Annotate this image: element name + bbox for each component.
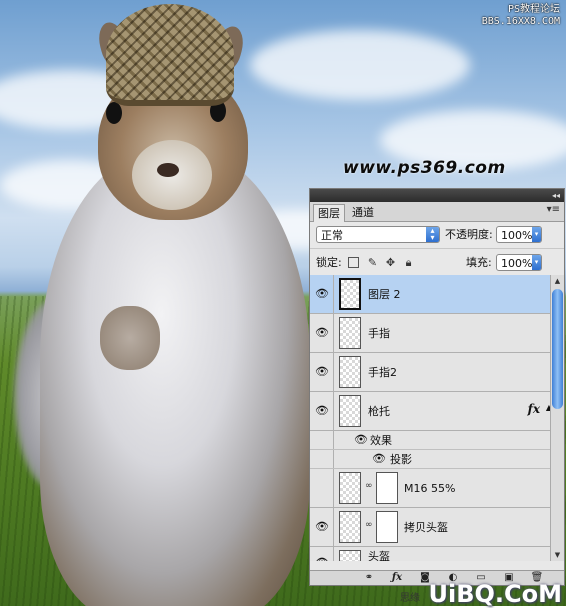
panel-tabs: 图层 通道 ▾≡ [310,202,564,222]
layer-name: 图层 2 [368,288,401,301]
layer-name: 手指 [368,327,390,340]
squirrel-paw [100,306,160,370]
layer-name: 手指2 [368,366,397,379]
scroll-down-icon[interactable]: ▼ [551,549,564,561]
eye-icon[interactable]: 👁︎ [315,327,329,339]
fill-value: 100% [501,257,533,270]
lock-all-icon[interactable]: 🔒︎ [402,256,415,269]
layer-thumbnail [339,317,361,349]
layer-thumbnail [339,511,361,543]
fill-label: 填充: [466,256,492,269]
eye-icon[interactable]: 👁︎ [315,521,329,533]
layer-row[interactable]: ∞ M16 55% [310,469,550,508]
eye-icon[interactable]: 👁︎ [315,366,329,378]
lock-pixels-icon[interactable]: ✎ [366,256,379,269]
lock-label: 锁定: [316,256,342,269]
squirrel-eye-left [106,102,122,124]
layers-scrollbar[interactable]: ▲ ▼ [550,275,564,561]
layer-row[interactable]: 👁︎ 图层 2 [310,275,550,314]
tab-channels[interactable]: 通道 [348,204,378,221]
eye-icon[interactable]: 👁︎ [354,434,368,446]
lock-transparent-icon[interactable] [348,257,359,268]
layer-row[interactable]: 👁︎ 手指 [310,314,550,353]
watermark-bottom-small: 思缘 [400,593,420,604]
eye-icon[interactable]: 👁︎ [315,405,329,417]
squirrel-nose [157,163,179,177]
layer-thumbnail [339,356,361,388]
tab-layers[interactable]: 图层 [313,204,345,222]
visibility-toggle[interactable] [310,469,334,507]
link-icon: ∞ [365,520,373,530]
eye-icon[interactable]: 👁︎ [372,453,386,465]
opacity-field[interactable]: 100% ▾ [496,226,542,243]
layer-thumbnail [339,550,361,561]
fx-icon[interactable]: fx [528,402,540,416]
watermark-bottom: UiBQ.CoM [428,580,562,608]
layer-thumbnail [339,395,361,427]
link-layers-icon[interactable]: ⚭ [362,572,376,584]
opacity-value: 100% [501,229,533,242]
layer-row[interactable]: 👁︎ 手指2 [310,353,550,392]
panel-titlebar[interactable]: ◂◂ [310,189,564,202]
eye-icon[interactable]: 👁︎ [315,557,329,562]
effect-row[interactable]: 👁︎ 效果 [310,431,550,450]
link-icon: ∞ [365,481,373,491]
layer-name: M16 55% [404,482,456,495]
scroll-up-icon[interactable]: ▲ [551,275,564,287]
blend-mode-select[interactable]: 正常 ▴ ▾ [316,226,440,243]
watermark-top: PS教程论坛 BBS.16XX8.COM [481,4,560,27]
layer-thumbnail [339,278,361,310]
layer-list: 👁︎ 图层 2 👁︎ 手指 👁︎ 手指2 👁︎ 枪托 fx ▲ 👁︎ 效果 👁︎… [310,275,550,561]
layer-row[interactable]: 👁︎ 头盔 [310,547,550,561]
helmet [106,4,234,106]
collapse-icon[interactable]: ◂◂ [552,190,560,201]
layer-name: 拷贝头盔 [404,521,448,534]
lock-row: 锁定: ✎ ✥ 🔒︎ 填充: 100% ▾ [310,249,564,278]
add-style-icon[interactable]: ƒx [390,572,404,584]
blend-row: 正常 ▴ ▾ 不透明度: 100% ▾ [310,222,564,249]
layer-row[interactable]: 👁︎ 枪托 fx ▲ [310,392,550,431]
effect-row[interactable]: 👁︎ 投影 [310,450,550,469]
layers-panel: ◂◂ 图层 通道 ▾≡ 正常 ▴ ▾ 不透明度: 100% ▾ 锁定: ✎ ✥ 🔒… [309,188,565,586]
opacity-label: 不透明度: [445,228,493,241]
dropdown-arrow-icon[interactable]: ▾ [532,227,541,242]
watermark-middle: www.ps369.com [343,158,506,178]
layer-row[interactable]: 👁︎ ∞ 拷贝头盔 [310,508,550,547]
layer-mask-thumbnail [376,511,398,543]
layer-name: 枪托 [368,405,390,418]
eye-icon[interactable]: 👁︎ [315,288,329,300]
fill-field[interactable]: 100% ▾ [496,254,542,271]
layer-mask-thumbnail [376,472,398,504]
dropdown-arrow-icon[interactable]: ▾ [532,255,541,270]
lock-position-icon[interactable]: ✥ [384,256,397,269]
effect-name: 投影 [390,453,412,466]
layer-thumbnail [339,472,361,504]
layer-name: 头盔 [368,550,390,561]
effect-name: 效果 [370,434,392,447]
blend-mode-value: 正常 [321,229,343,242]
scroll-thumb[interactable] [552,289,563,409]
panel-menu-icon[interactable]: ▾≡ [547,204,560,215]
select-arrow-icon: ▴ ▾ [426,227,439,242]
